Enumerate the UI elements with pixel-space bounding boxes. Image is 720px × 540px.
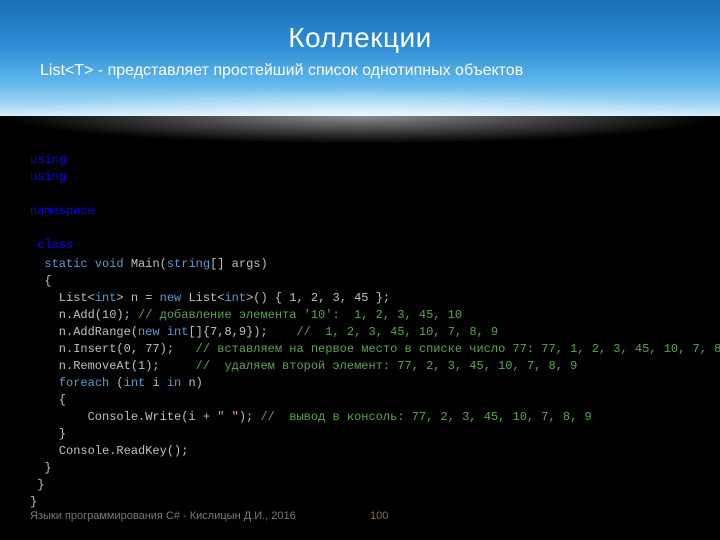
keyword-class: class <box>37 238 73 252</box>
keyword-int: int <box>224 291 246 305</box>
page-number: 100 <box>370 510 388 522</box>
code-text: } <box>30 478 44 492</box>
keyword-int: int <box>124 376 146 390</box>
code-text: { <box>30 221 37 235</box>
keyword-new-int: new int <box>138 325 188 339</box>
code-text: System.Collections.Generic; <box>66 170 268 184</box>
slide-title: Коллекции <box>40 22 680 54</box>
code-text: List< <box>30 291 95 305</box>
keyword-namespace: namespace <box>30 204 95 218</box>
code-block-light: using System; using System.Collections.G… <box>30 152 268 271</box>
code-text: } <box>30 461 52 475</box>
code-string: " " <box>217 410 239 424</box>
keyword-new: new <box>160 291 182 305</box>
code-text: ); <box>239 410 261 424</box>
code-text: { <box>30 393 66 407</box>
keyword-int: int <box>95 291 117 305</box>
code-text: n) <box>181 376 203 390</box>
keyword-foreach: foreach <box>59 376 109 390</box>
code-text <box>30 376 59 390</box>
code-text: n.AddRange( <box>30 325 138 339</box>
code-text: List< <box>181 291 224 305</box>
code-text: } <box>30 495 37 509</box>
code-comment: // удаляем второй элемент: 77, 2, 3, 45,… <box>196 359 578 373</box>
keyword-in: in <box>167 376 181 390</box>
code-text: i <box>145 376 167 390</box>
code-comment: // вставляем на первое место в списке чи… <box>196 342 720 356</box>
slide: Коллекции List<T> - представляет простей… <box>0 0 720 540</box>
code-text: []{7,8,9}); <box>188 325 296 339</box>
code-text: System; <box>66 153 124 167</box>
code-text: Program <box>73 238 131 252</box>
slide-subtitle: List<T> - представляет простейший список… <box>40 62 680 80</box>
keyword-using: using <box>30 170 66 184</box>
keyword-string: string <box>167 257 210 271</box>
code-text: > n = <box>116 291 159 305</box>
code-text <box>88 257 95 271</box>
code-text: [] args) <box>210 257 268 271</box>
code-block-dark: static void Main(string[] args) { List<i… <box>30 256 700 511</box>
code-comment: // добавление элемента '10': 1, 2, 3, 45… <box>138 308 462 322</box>
slide-header: Коллекции List<T> - представляет простей… <box>0 0 720 116</box>
code-comment: // вывод в консоль: 77, 2, 3, 45, 10, 7,… <box>260 410 591 424</box>
code-text: n.RemoveAt(1); <box>30 359 196 373</box>
code-text: >() { 1, 2, 3, 45 }; <box>246 291 390 305</box>
code-text: Console.ReadKey(); <box>30 444 188 458</box>
code-text: Main( <box>124 257 167 271</box>
code-text: ( <box>109 376 123 390</box>
code-text: Collections <box>95 204 181 218</box>
code-text: n.Insert(0, 77); <box>30 342 196 356</box>
keyword-static: static <box>44 257 87 271</box>
keyword-using: using <box>30 153 66 167</box>
code-text <box>30 257 44 271</box>
code-text: { <box>30 274 52 288</box>
code-text: n.Add(10); <box>30 308 138 322</box>
code-text: Console.Write(i + <box>30 410 217 424</box>
keyword-void: void <box>95 257 124 271</box>
code-text: } <box>30 427 66 441</box>
code-comment: // 1, 2, 3, 45, 10, 7, 8, 9 <box>296 325 498 339</box>
footer-text: Языки программирования C# - Кислицын Д.И… <box>30 510 690 522</box>
